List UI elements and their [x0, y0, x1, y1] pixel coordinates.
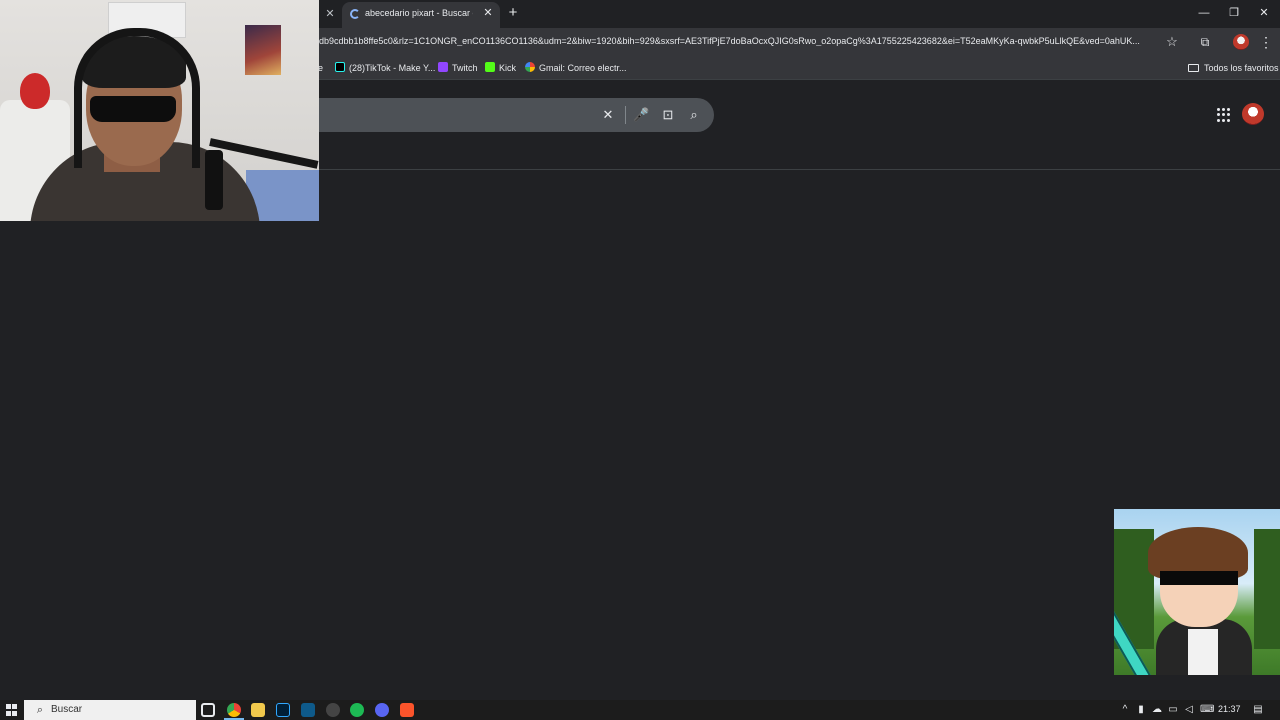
- microphone: [205, 150, 223, 210]
- tiktok-icon: [335, 62, 345, 72]
- taskbar-clock[interactable]: 21:37: [1218, 704, 1241, 714]
- clear-search-icon[interactable]: ✕: [600, 107, 616, 123]
- bookmark-label: Gmail: Correo electr...: [539, 63, 627, 73]
- vegas-icon[interactable]: [301, 703, 315, 717]
- screen: ✕ abecedario pixart - Buscar con Google …: [0, 0, 1280, 720]
- extensions-icon[interactable]: ⧉: [1197, 34, 1213, 50]
- file-explorer-icon[interactable]: [251, 703, 265, 717]
- bookmark-gmail[interactable]: Gmail: Correo electr...: [525, 61, 627, 75]
- all-bookmarks-folder[interactable]: Todos los favoritos: [1188, 61, 1279, 75]
- search-divider: [625, 106, 626, 124]
- task-view-icon[interactable]: [201, 703, 215, 717]
- folder-icon: [1188, 64, 1199, 72]
- tray-network-icon[interactable]: ▭: [1167, 703, 1179, 717]
- folder-label: Todos los favoritos: [1204, 63, 1279, 73]
- notifications-icon[interactable]: ▤: [1252, 703, 1264, 717]
- tray-keyboard-icon[interactable]: ⌨: [1200, 703, 1214, 717]
- bookmark-label: Kick: [499, 63, 517, 73]
- microphone-icon[interactable]: 🎤: [633, 107, 649, 123]
- restore-icon[interactable]: ❐: [1225, 4, 1243, 22]
- window-close-icon[interactable]: ✕: [1255, 4, 1273, 22]
- brave-icon[interactable]: [400, 703, 414, 717]
- bookmark-star-icon[interactable]: ☆: [1164, 34, 1180, 50]
- discord-icon[interactable]: [375, 703, 389, 717]
- url-field[interactable]: db9cdbb1b8ffe5c0&rlz=1C1ONGR_enCO1136CO1…: [319, 36, 1157, 46]
- account-avatar[interactable]: [1242, 103, 1264, 125]
- tab-close-icon[interactable]: ✕: [481, 6, 495, 20]
- kick-icon: [485, 62, 495, 72]
- search-icon: ⌕: [36, 704, 44, 716]
- wall-poster: [245, 25, 281, 75]
- twitch-icon: [438, 62, 448, 72]
- taskbar-search[interactable]: ⌕ Buscar: [24, 700, 196, 720]
- google-apps-icon[interactable]: [1217, 108, 1231, 122]
- spotify-icon[interactable]: [350, 703, 364, 717]
- headset: [74, 28, 200, 168]
- red-figure: [20, 73, 50, 109]
- chrome-icon[interactable]: [227, 703, 241, 717]
- previous-tab-close-icon[interactable]: ✕: [322, 6, 338, 22]
- search-icon[interactable]: ⌕: [686, 107, 702, 123]
- windows-taskbar: ⌕ Buscar ^ ▮ ☁ ▭ ◁ ⌨ 21:37 ▤: [0, 700, 1280, 720]
- pixel-sunglasses: [1160, 571, 1238, 585]
- google-lens-icon[interactable]: ⊡: [660, 107, 676, 123]
- bookmark-label: (28)TikTok - Make Y...: [349, 63, 436, 73]
- loading-favicon-icon: [350, 9, 360, 19]
- taskbar-search-label: Buscar: [51, 704, 83, 715]
- avatar-overlay: [1114, 509, 1280, 675]
- results-divider: [300, 169, 1280, 170]
- minimize-icon[interactable]: —: [1195, 4, 1213, 22]
- new-tab-icon[interactable]: +: [505, 5, 521, 21]
- google-icon: [525, 62, 535, 72]
- search-input[interactable]: ✕ 🎤 ⊡ ⌕: [300, 98, 714, 132]
- kebab-menu-icon[interactable]: ⋮: [1259, 34, 1273, 50]
- tray-microphone-icon[interactable]: ▮: [1135, 703, 1147, 717]
- tray-cloud-icon[interactable]: ☁: [1151, 703, 1163, 717]
- tab-active[interactable]: abecedario pixart - Buscar con Google ✕: [342, 2, 500, 28]
- tab-title: abecedario pixart - Buscar con Google: [365, 8, 473, 18]
- bookmark-tiktok[interactable]: (28)TikTok - Make Y...: [335, 61, 435, 75]
- tray-overflow-icon[interactable]: ^: [1119, 703, 1131, 717]
- tray-volume-icon[interactable]: ◁: [1183, 703, 1195, 717]
- bookmark-kick[interactable]: Kick: [485, 61, 516, 75]
- bookmark-label: Twitch: [452, 63, 478, 73]
- windows-start-icon[interactable]: [6, 704, 18, 716]
- obs-icon[interactable]: [326, 703, 340, 717]
- webcam-overlay: [0, 0, 319, 221]
- bookmark-twitch[interactable]: Twitch: [438, 61, 478, 75]
- profile-avatar-icon[interactable]: [1233, 34, 1249, 50]
- photoshop-icon[interactable]: [276, 703, 290, 717]
